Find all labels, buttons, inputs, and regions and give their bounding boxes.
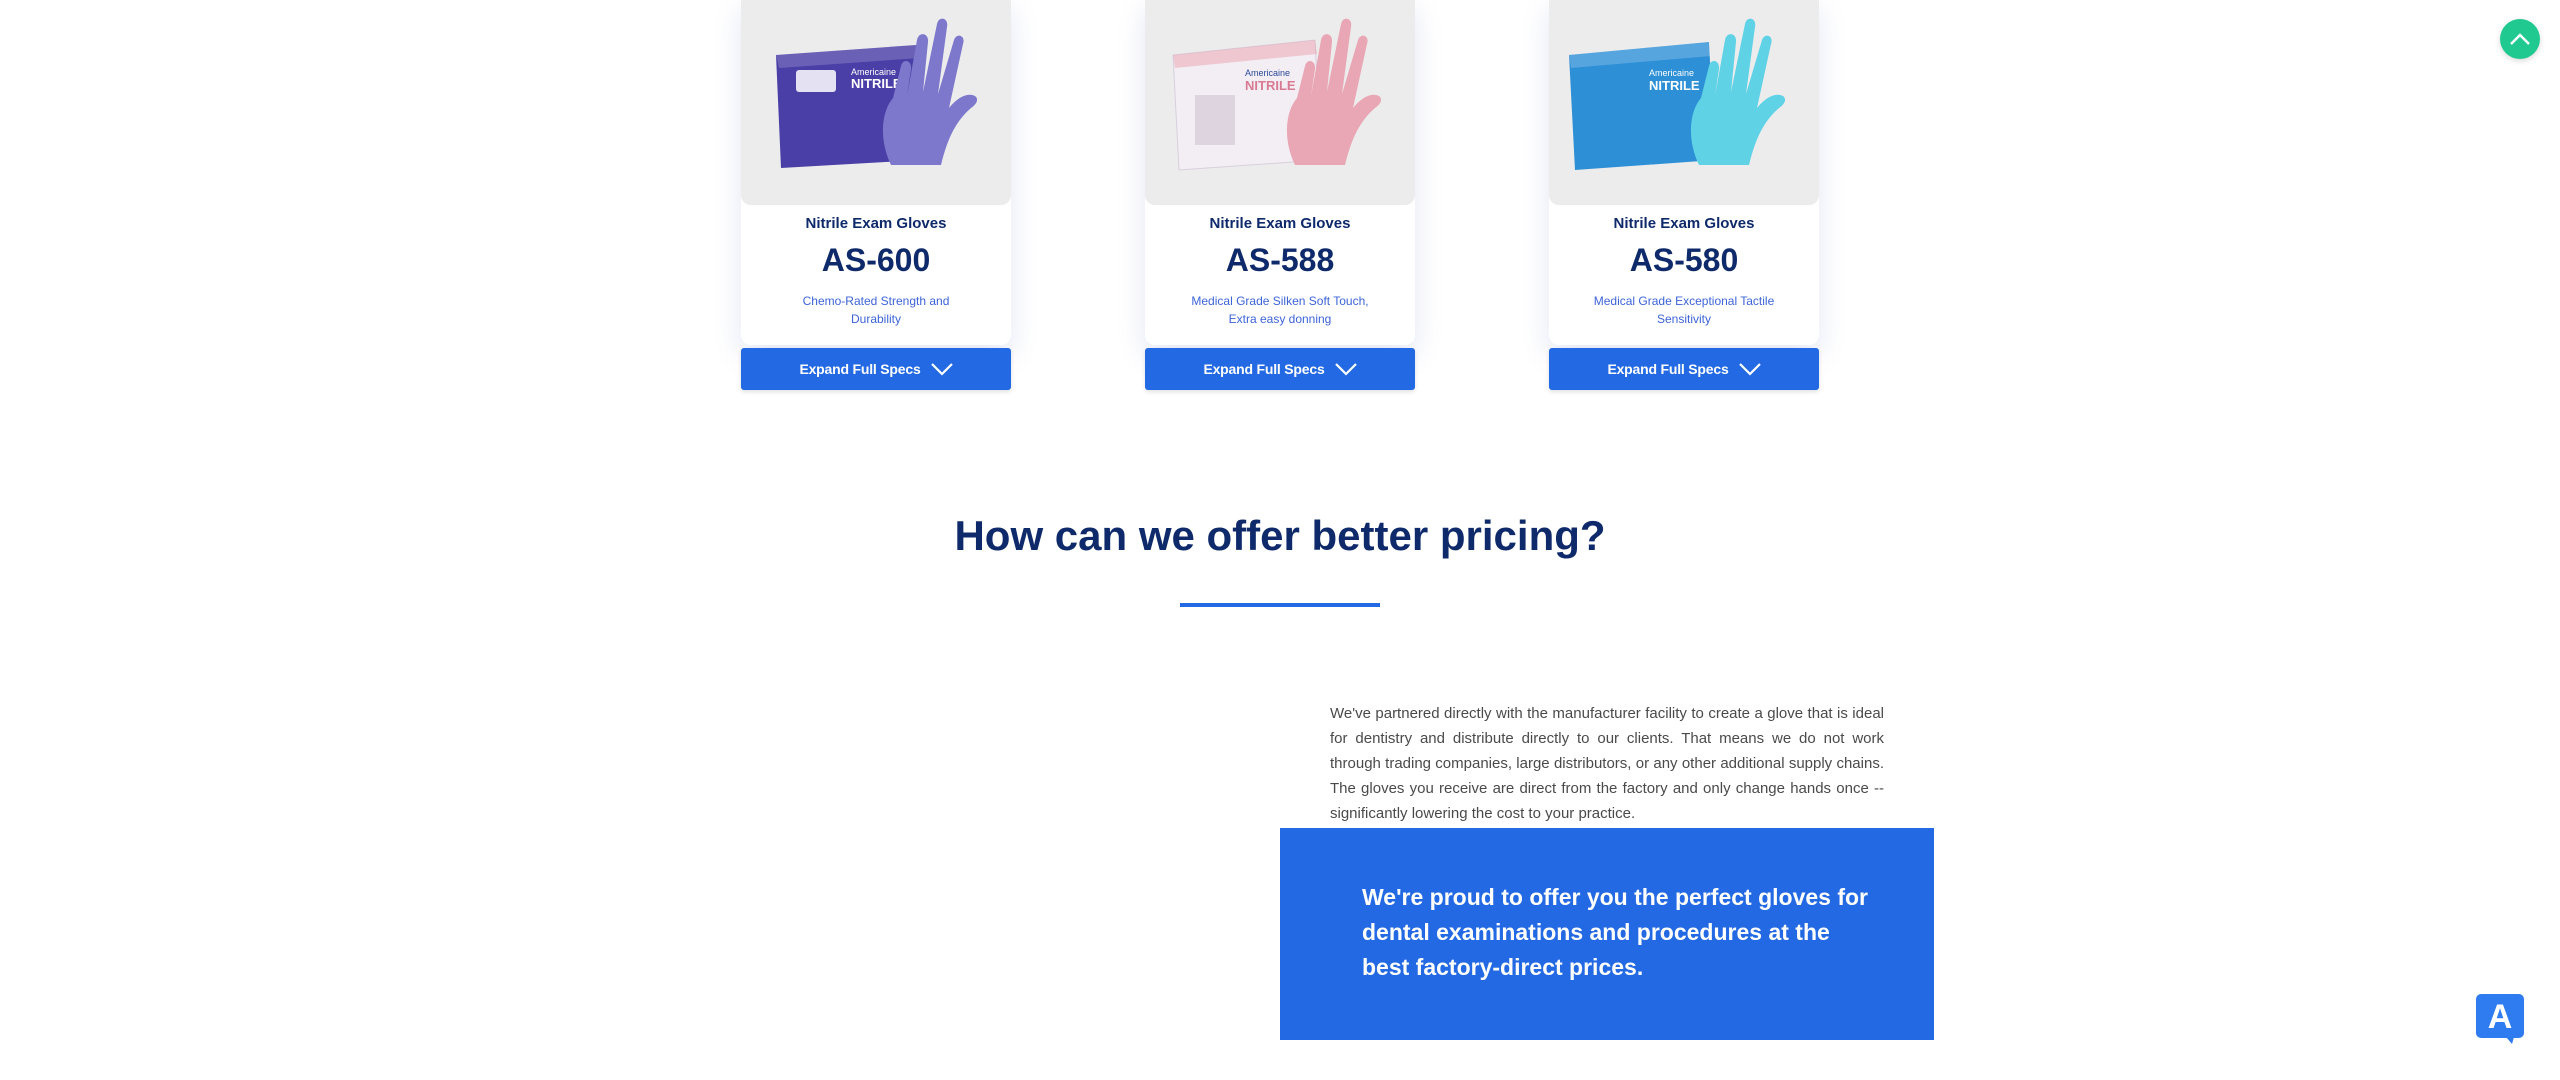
product-image-as-588: Americaine NITRILE: [1145, 0, 1415, 205]
svg-text:Americaine: Americaine: [1649, 68, 1694, 78]
glove-shape: [1690, 18, 1786, 166]
product-category: Nitrile Exam Gloves: [805, 215, 947, 232]
product-model: AS-588: [1225, 242, 1335, 278]
product-card-as-580: Americaine NITRILE Nitrile Exam Gloves A…: [1549, 0, 1819, 345]
expand-specs-label: Expand Full Specs: [1203, 361, 1325, 377]
chevron-down-icon: [1738, 363, 1761, 376]
accessibility-button[interactable]: A: [2476, 994, 2524, 1044]
pricing-paragraph: We've partnered directly with the manufa…: [1330, 705, 1884, 822]
product-description: Chemo-Rated Strength and Durability: [802, 294, 950, 326]
heading-divider: [1180, 603, 1380, 607]
section-heading: How can we offer better pricing?: [954, 512, 1606, 559]
chevron-up-icon: [2510, 33, 2530, 45]
expand-specs-button-as-588[interactable]: Expand Full Specs: [1145, 348, 1415, 390]
expand-specs-label: Expand Full Specs: [799, 361, 921, 377]
expand-specs-label: Expand Full Specs: [1607, 361, 1729, 377]
product-card-as-600: Americaine NITRILE Nitrile Exam Gloves A…: [741, 0, 1011, 345]
accessibility-glyph: A: [2487, 997, 2513, 1036]
svg-text:Americaine: Americaine: [1245, 68, 1290, 78]
product-description: Medical Grade Exceptional Tactile Sensit…: [1593, 294, 1775, 326]
callout-text: We're proud to offer you the perfect glo…: [1362, 884, 1868, 980]
product-card-as-588: Americaine NITRILE Nitrile Exam Gloves A…: [1145, 0, 1415, 345]
svg-text:NITRILE: NITRILE: [1245, 78, 1296, 93]
product-model: AS-580: [1629, 242, 1739, 278]
scroll-to-top-button[interactable]: [2500, 19, 2540, 59]
chevron-down-icon: [1334, 363, 1357, 376]
product-image-as-580: Americaine NITRILE: [1549, 0, 1819, 205]
glove-shape: [1286, 18, 1382, 166]
product-description: Medical Grade Silken Soft Touch, Extra e…: [1191, 294, 1369, 326]
chevron-down-icon: [930, 363, 953, 376]
expand-specs-button-as-580[interactable]: Expand Full Specs: [1549, 348, 1819, 390]
product-category: Nitrile Exam Gloves: [1209, 215, 1351, 232]
svg-text:NITRILE: NITRILE: [1649, 78, 1700, 93]
callout-box: We're proud to offer you the perfect glo…: [1280, 828, 1934, 1040]
product-category: Nitrile Exam Gloves: [1613, 215, 1755, 232]
expand-specs-button-as-600[interactable]: Expand Full Specs: [741, 348, 1011, 390]
svg-text:NITRILE: NITRILE: [851, 76, 902, 91]
product-model: AS-600: [821, 242, 931, 278]
glove-shape: [882, 18, 978, 166]
product-image-as-600: Americaine NITRILE: [741, 0, 1011, 205]
